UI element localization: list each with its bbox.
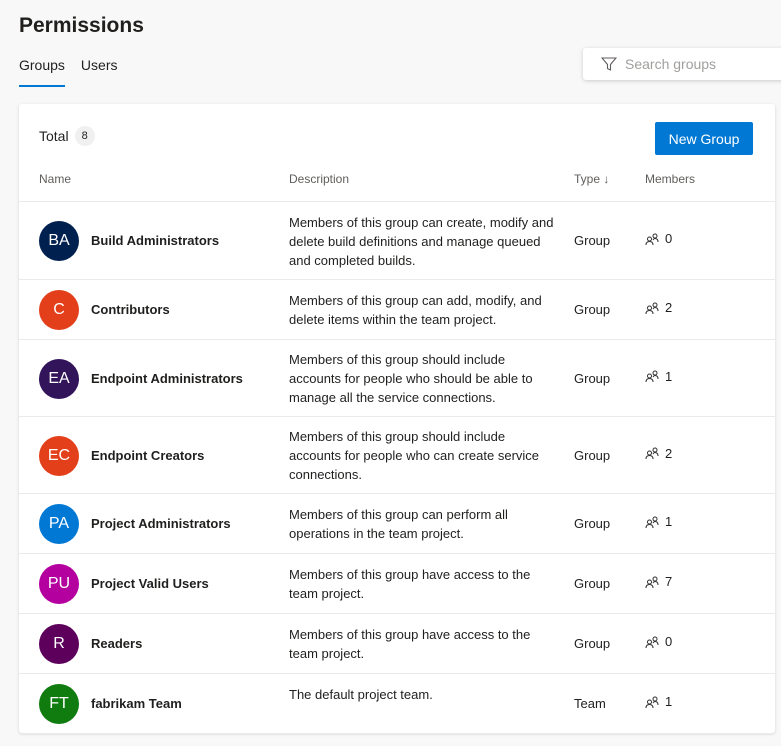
group-type: Group bbox=[574, 576, 611, 591]
avatar: EC bbox=[39, 435, 79, 476]
page-title: Permissions bbox=[19, 14, 144, 37]
search-box[interactable] bbox=[583, 48, 781, 80]
group-description: Members of this group can add, modify, a… bbox=[289, 293, 542, 327]
avatar: EA bbox=[39, 358, 79, 399]
people-icon bbox=[645, 447, 659, 459]
groups-card: Total 8 New Group Name Description Type … bbox=[19, 104, 775, 734]
group-description: Members of this group have access to the… bbox=[289, 627, 531, 661]
sort-down-icon: ↓ bbox=[603, 172, 610, 186]
group-description: Members of this group can create, modify… bbox=[289, 214, 554, 268]
group-description: The default project team. bbox=[289, 687, 433, 702]
group-type: Team bbox=[574, 696, 606, 711]
people-icon bbox=[645, 576, 659, 588]
groups-table: BA Build Administrators Members of this … bbox=[19, 201, 775, 734]
table-row[interactable]: BA Build Administrators Members of this … bbox=[19, 202, 775, 280]
total-count: Total 8 bbox=[39, 126, 95, 146]
members-value: 1 bbox=[665, 694, 673, 709]
table-row[interactable]: FT fabrikam Team The default project tea… bbox=[19, 674, 775, 734]
group-name[interactable]: Project Administrators bbox=[91, 516, 231, 531]
group-type: Group bbox=[574, 447, 611, 463]
people-icon bbox=[645, 636, 659, 648]
table-row[interactable]: EA Endpoint Administrators Members of th… bbox=[19, 340, 775, 417]
group-type: Group bbox=[574, 636, 611, 651]
members-count: 2 bbox=[645, 446, 672, 461]
tab-groups[interactable]: Groups bbox=[19, 57, 65, 87]
group-description: Members of this group have access to the… bbox=[289, 567, 531, 601]
members-count: 0 bbox=[645, 231, 672, 246]
members-value: 7 bbox=[665, 574, 673, 589]
group-name[interactable]: Build Administrators bbox=[91, 233, 219, 248]
people-icon bbox=[645, 516, 659, 528]
table-row[interactable]: PA Project Administrators Members of thi… bbox=[19, 494, 775, 554]
members-count: 1 bbox=[645, 514, 672, 529]
group-type: Group bbox=[574, 370, 611, 386]
table-row[interactable]: PU Project Valid Users Members of this g… bbox=[19, 554, 775, 614]
avatar: FT bbox=[39, 684, 79, 724]
column-header-name[interactable]: Name bbox=[39, 172, 71, 186]
members-value: 1 bbox=[665, 368, 673, 384]
avatar: R bbox=[39, 624, 79, 664]
avatar: C bbox=[39, 290, 79, 330]
members-value: 2 bbox=[665, 445, 673, 461]
members-count: 2 bbox=[645, 300, 672, 315]
people-icon bbox=[645, 696, 659, 708]
type-label: Type bbox=[574, 172, 601, 186]
members-value: 0 bbox=[665, 634, 673, 649]
group-description: Members of this group should include acc… bbox=[289, 429, 540, 482]
avatar: PU bbox=[39, 564, 79, 604]
members-count: 1 bbox=[645, 369, 672, 384]
group-description: Members of this group can perform all op… bbox=[289, 507, 508, 541]
total-badge: 8 bbox=[74, 126, 95, 146]
avatar: BA bbox=[39, 221, 79, 261]
members-count: 1 bbox=[645, 694, 672, 709]
tab-bar: Groups Users bbox=[19, 57, 117, 87]
group-type: Group bbox=[574, 233, 611, 248]
group-type: Group bbox=[574, 516, 611, 531]
table-row[interactable]: EC Endpoint Creators Members of this gro… bbox=[19, 417, 775, 494]
table-row[interactable]: R Readers Members of this group have acc… bbox=[19, 614, 775, 674]
members-value: 2 bbox=[665, 300, 673, 315]
group-name[interactable]: Endpoint Creators bbox=[91, 448, 204, 463]
people-icon bbox=[645, 233, 659, 245]
group-name[interactable]: fabrikam Team bbox=[91, 696, 182, 711]
members-count: 0 bbox=[645, 634, 672, 649]
column-header-description[interactable]: Description bbox=[289, 172, 349, 186]
members-value: 0 bbox=[665, 231, 673, 246]
column-header-type[interactable]: Type ↓ bbox=[574, 172, 609, 186]
people-icon bbox=[645, 302, 659, 314]
group-type: Group bbox=[574, 302, 611, 317]
total-label: Total bbox=[39, 128, 69, 144]
new-group-button[interactable]: New Group bbox=[655, 122, 753, 155]
people-icon bbox=[645, 370, 659, 382]
tab-users[interactable]: Users bbox=[81, 57, 118, 87]
group-name[interactable]: Readers bbox=[91, 636, 142, 651]
members-value: 1 bbox=[665, 514, 673, 529]
group-description: Members of this group should include acc… bbox=[289, 352, 533, 405]
members-count: 7 bbox=[645, 574, 672, 589]
table-row[interactable]: C Contributors Members of this group can… bbox=[19, 280, 775, 340]
search-input[interactable] bbox=[625, 56, 775, 72]
filter-icon bbox=[601, 57, 617, 71]
column-header-members[interactable]: Members bbox=[645, 172, 695, 186]
group-name[interactable]: Endpoint Administrators bbox=[91, 371, 243, 386]
group-name[interactable]: Contributors bbox=[91, 302, 170, 317]
avatar: PA bbox=[39, 504, 79, 544]
group-name[interactable]: Project Valid Users bbox=[91, 576, 209, 591]
